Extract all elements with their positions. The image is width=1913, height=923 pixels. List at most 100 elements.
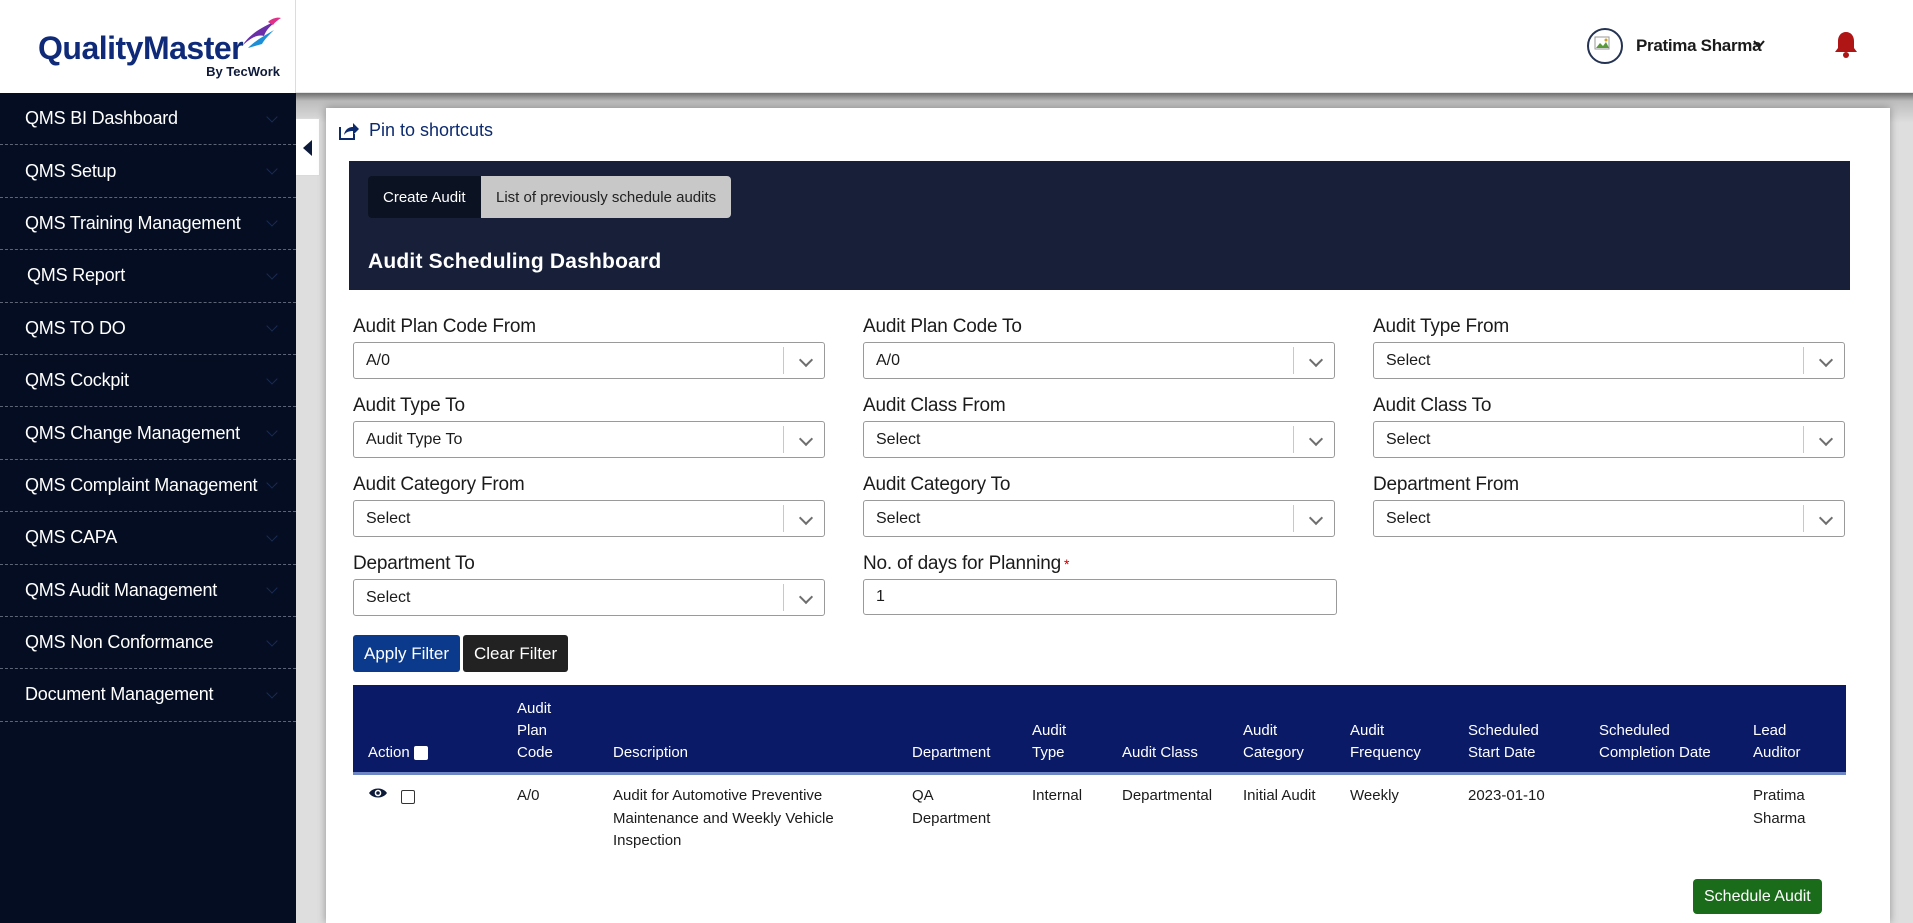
sidebar-item-label: QMS Complaint Management [25, 474, 258, 495]
chevron-down-icon [266, 111, 278, 123]
audit-class-to-field: Audit Class To Select [1373, 395, 1845, 458]
audit-type-from-select[interactable]: Select [1373, 342, 1845, 379]
select-value: Select [876, 509, 921, 527]
sidebar-item-qms-audit-management[interactable]: QMS Audit Management [0, 565, 296, 617]
required-mark: * [1063, 556, 1070, 572]
sidebar-item-qms-to-do[interactable]: QMS TO DO [0, 303, 296, 355]
cell-frequency: Weekly [1350, 787, 1399, 804]
audit-category-to-field: Audit Category To Select [863, 474, 1335, 537]
cell-start-date: 2023-01-10 [1468, 787, 1545, 804]
planning-days-input[interactable]: 1 [863, 579, 1337, 615]
sidebar-item-qms-cockpit[interactable]: QMS Cockpit [0, 355, 296, 408]
chevron-down-icon [266, 268, 278, 280]
chevron-down-icon [266, 372, 278, 385]
audit-plan-code-from-select[interactable]: A/0 [353, 342, 825, 379]
chevron-down-icon [798, 510, 814, 526]
select-value: A/0 [366, 351, 391, 369]
audit-class-from-select[interactable]: Select [863, 421, 1335, 458]
cell-department: QA Department [912, 787, 991, 827]
eye-icon[interactable] [368, 785, 388, 801]
field-label: Department From [1373, 474, 1519, 495]
chevron-down-icon [266, 320, 278, 332]
col-type: Audit Type [1032, 722, 1067, 761]
cell-class: Departmental [1122, 787, 1213, 804]
sidebar-item-label: QMS BI Dashboard [25, 108, 178, 129]
col-department: Department [912, 744, 991, 761]
col-frequency: Audit Frequency [1350, 722, 1421, 761]
sidebar-item-qms-training-management[interactable]: QMS Training Management [0, 198, 296, 251]
chevron-down-icon [266, 634, 278, 647]
bell-icon[interactable] [1834, 30, 1858, 58]
apply-filter-button[interactable]: Apply Filter [353, 635, 461, 672]
chevron-down-icon [266, 687, 278, 699]
sidebar-item-label: QMS Setup [25, 160, 117, 181]
audit-category-to-select[interactable]: Select [863, 500, 1335, 537]
caret-down-icon[interactable] [1752, 37, 1766, 51]
page-title: Audit Scheduling Dashboard [368, 250, 662, 273]
sidebar-item-qms-bi-dashboard[interactable]: QMS BI Dashboard [0, 93, 296, 146]
select-all-checkbox[interactable] [413, 746, 428, 761]
select-value: Audit Type To [366, 430, 463, 448]
logo-byline: By TecWork [206, 64, 280, 79]
field-label: Audit Class To [1373, 395, 1492, 416]
dashboard-header: Create Audit List of previously schedule… [349, 161, 1850, 290]
sidebar-item-qms-change-management[interactable]: QMS Change Management [0, 407, 296, 460]
select-value: Select [1386, 351, 1431, 369]
col-start-date: Scheduled Start Date [1468, 722, 1539, 761]
sidebar-item-label: Document Management [25, 684, 214, 705]
audit-type-to-select[interactable]: Audit Type To [353, 421, 825, 458]
field-label: Audit Category To [863, 474, 1011, 495]
select-value: Select [1386, 509, 1431, 527]
sidebar-item-label: QMS Report [27, 265, 126, 286]
schedule-audit-button[interactable]: Schedule Audit [1693, 879, 1822, 914]
audit-type-to-field: Audit Type To Audit Type To [353, 395, 825, 458]
chevron-down-icon [266, 425, 278, 437]
sidebar-item-label: QMS Non Conformance [25, 632, 214, 653]
tab-previous-audits[interactable]: List of previously schedule audits [481, 176, 732, 218]
audit-category-from-select[interactable]: Select [353, 500, 825, 537]
sidebar-item-qms-report[interactable]: QMS Report [0, 250, 296, 303]
chevron-down-icon [1818, 352, 1834, 368]
sidebar-item-document-management[interactable]: Document Management [0, 669, 296, 722]
tab-create-audit[interactable]: Create Audit [368, 176, 481, 218]
cell-description: Audit for Automotive Preventive Maintenan… [613, 787, 834, 849]
chevron-down-icon [1308, 352, 1324, 368]
clear-filter-button[interactable]: Clear Filter [463, 635, 569, 672]
sidebar-item-label: QMS Change Management [25, 422, 240, 443]
sidebar-item-qms-complaint-management[interactable]: QMS Complaint Management [0, 460, 296, 513]
audit-plan-code-to-select[interactable]: A/0 [863, 342, 1335, 379]
col-lead-auditor: Lead Auditor [1753, 722, 1801, 761]
sidebar-item-label: QMS Training Management [25, 212, 241, 233]
app-root: QualityMaster By TecWork Pratima Sharma … [0, 0, 1913, 923]
cell-plan-code: A/0 [517, 787, 540, 804]
col-class: Audit Class [1122, 744, 1198, 761]
chevron-down-icon [1818, 510, 1834, 526]
audit-category-from-field: Audit Category From Select [353, 474, 825, 537]
field-label: Audit Type To [353, 395, 465, 416]
quality-master-logo[interactable]: QualityMaster By TecWork [38, 16, 282, 80]
cell-type: Internal [1032, 787, 1083, 804]
field-label: Audit Plan Code To [863, 316, 1022, 337]
chevron-down-icon [266, 215, 278, 228]
chevron-down-icon [798, 352, 814, 368]
collapse-arrow-icon [303, 140, 312, 156]
planning-days-field: No. of days for Planning * 1 [863, 553, 1337, 615]
user-name[interactable]: Pratima Sharma [1636, 36, 1762, 56]
audit-class-to-select[interactable]: Select [1373, 421, 1845, 458]
sidebar-collapse-toggle[interactable] [296, 118, 320, 176]
chevron-down-icon [266, 163, 278, 175]
sidebar-item-qms-setup[interactable]: QMS Setup [0, 145, 296, 198]
sidebar-item-qms-non-conformance[interactable]: QMS Non Conformance [0, 617, 296, 670]
table-row: A/0 Audit for Automotive Preventive Maint… [353, 778, 1846, 858]
col-description: Description [613, 744, 689, 761]
user-avatar-icon[interactable] [1587, 28, 1623, 64]
chevron-down-icon [1308, 431, 1324, 447]
department-to-select[interactable]: Select [353, 579, 825, 616]
row-checkbox[interactable] [401, 790, 415, 804]
pin-to-shortcuts-link[interactable]: Pin to shortcuts [338, 120, 493, 141]
chevron-down-icon [1308, 510, 1324, 526]
col-action: Action [368, 742, 428, 764]
department-from-select[interactable]: Select [1373, 500, 1845, 537]
select-value: Select [366, 588, 411, 606]
sidebar-item-qms-capa[interactable]: QMS CAPA [0, 512, 296, 565]
